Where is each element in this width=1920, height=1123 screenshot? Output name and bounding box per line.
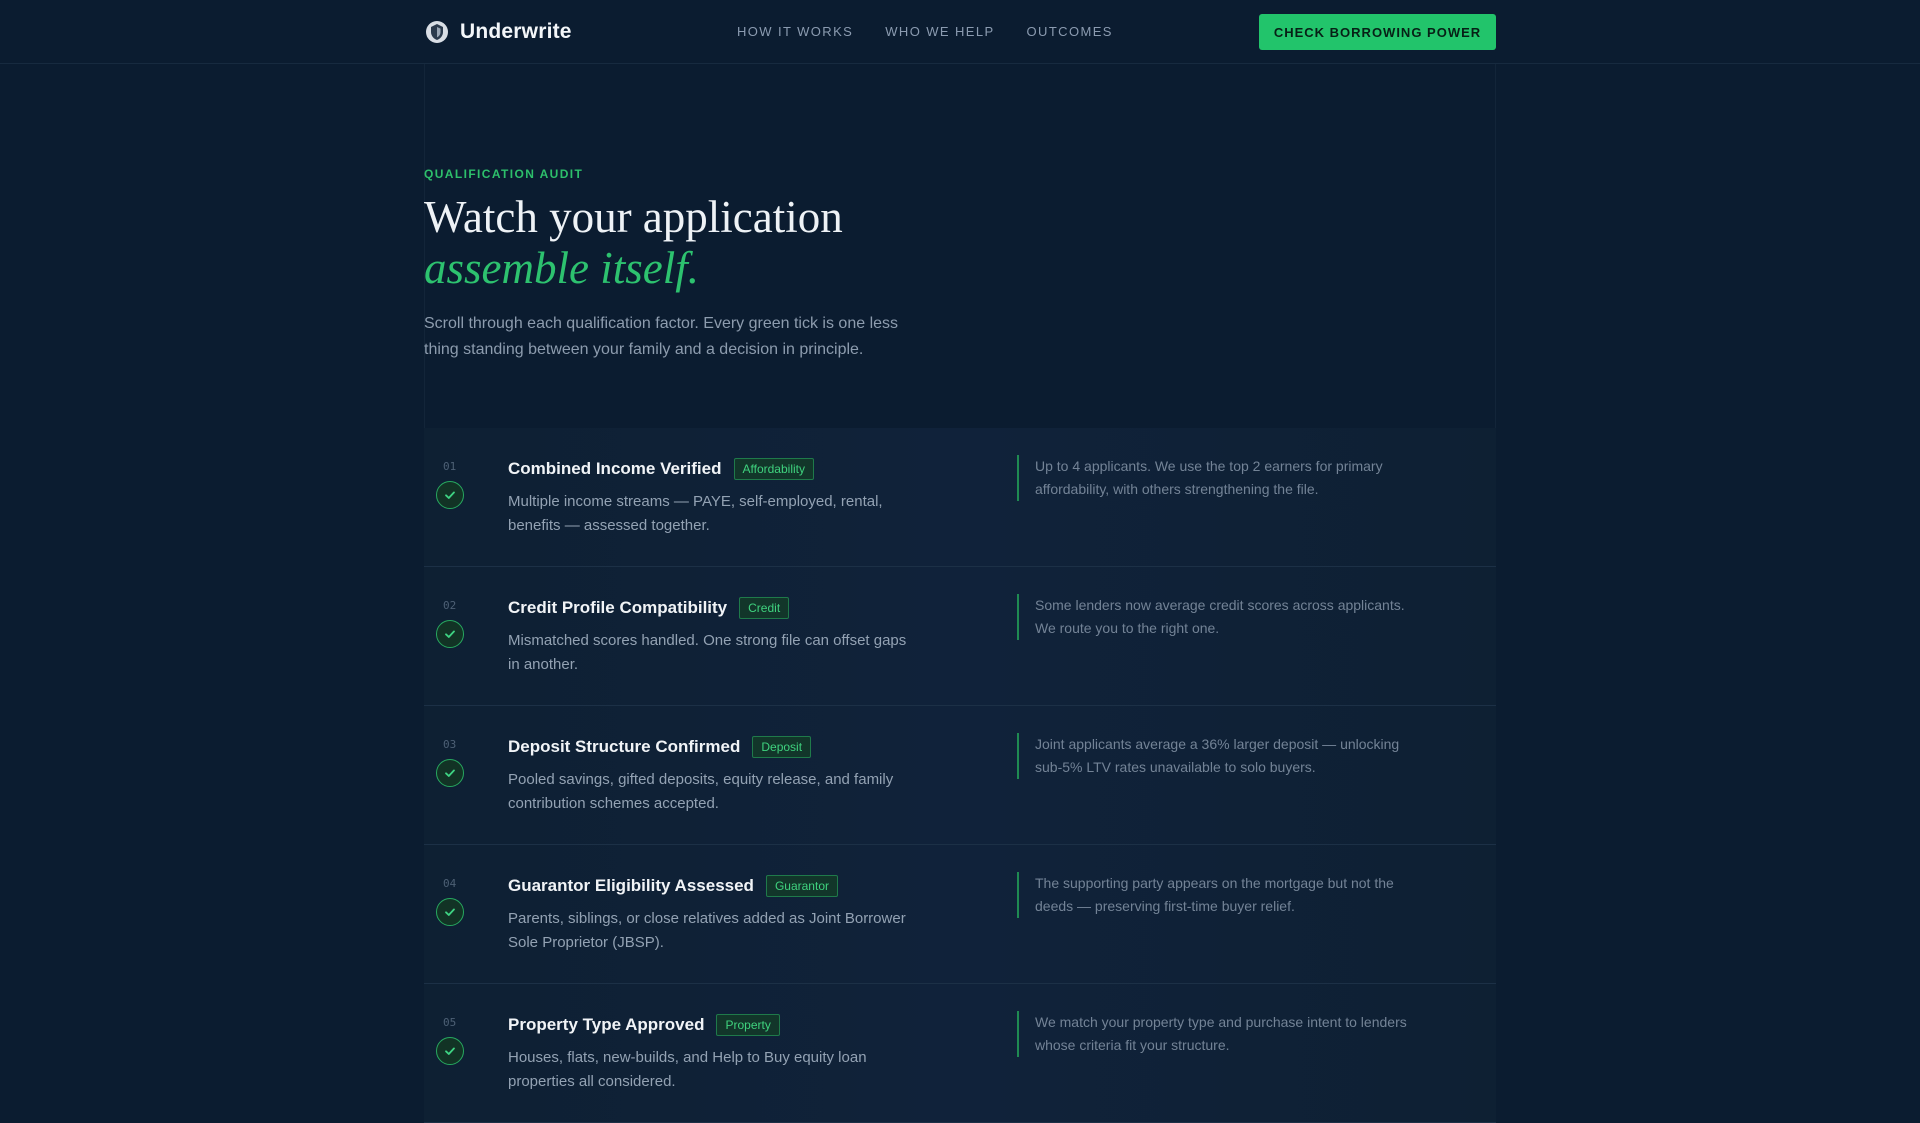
factor-number: 01	[443, 460, 457, 473]
eyebrow-label: QUALIFICATION AUDIT	[424, 167, 584, 181]
factor-number: 04	[443, 877, 457, 890]
hero-description: Scroll through each qualification factor…	[424, 315, 899, 358]
nav-outcomes[interactable]: OUTCOMES	[1027, 24, 1113, 39]
brand[interactable]: Underwrite	[424, 18, 572, 46]
factor-tag: Deposit	[752, 736, 812, 758]
shield-logo-icon	[426, 21, 448, 43]
check-circle-icon	[436, 898, 464, 926]
factor-title: Credit Profile Compatibility	[508, 598, 728, 617]
factor-tag: Affordability	[733, 458, 814, 480]
factor-note: We match your property type and purchase…	[1017, 1011, 1417, 1057]
right-guide-line	[1495, 64, 1496, 428]
check-circle-icon	[436, 620, 464, 648]
main-nav: HOW IT WORKS WHO WE HELP OUTCOMES	[737, 24, 1113, 39]
headline-line-1: Watch your application	[424, 192, 843, 242]
factor-note: Some lenders now average credit scores a…	[1017, 594, 1417, 640]
check-circle-icon	[436, 481, 464, 509]
factor-heading: Property Type Approved Property	[508, 1014, 780, 1036]
factor-title: Property Type Approved	[508, 1015, 705, 1034]
factor-description: Pooled savings, gifted deposits, equity …	[508, 771, 894, 812]
factor-row: 01 Combined Income Verified Affordabilit…	[424, 428, 1496, 567]
factor-number: 03	[443, 738, 457, 751]
check-borrowing-power-button[interactable]: CHECK BORROWING POWER	[1259, 14, 1496, 50]
factor-tag: Guarantor	[765, 875, 838, 897]
check-circle-icon	[436, 1037, 464, 1065]
factor-number: 05	[443, 1016, 457, 1029]
factor-note: Joint applicants average a 36% larger de…	[1017, 733, 1417, 779]
nav-who-we-help[interactable]: WHO WE HELP	[885, 24, 994, 39]
factor-heading: Combined Income Verified Affordability	[508, 458, 814, 480]
check-circle-icon	[436, 759, 464, 787]
page-title: Watch your application assemble itself.	[424, 192, 843, 294]
nav-how-it-works[interactable]: HOW IT WORKS	[737, 24, 853, 39]
factor-row: 04 Guarantor Eligibility Assessed Guaran…	[424, 845, 1496, 984]
factor-heading: Guarantor Eligibility Assessed Guarantor	[508, 875, 838, 897]
factor-row: 02 Credit Profile Compatibility Credit M…	[424, 567, 1496, 706]
factor-title: Guarantor Eligibility Assessed	[508, 876, 754, 895]
factor-note: The supporting party appears on the mort…	[1017, 872, 1417, 918]
factor-description: Parents, siblings, or close relatives ad…	[508, 910, 906, 951]
top-navigation-bar: Underwrite HOW IT WORKS WHO WE HELP OUTC…	[0, 0, 1920, 64]
factor-tag: Property	[716, 1014, 780, 1036]
factor-description: Mismatched scores handled. One strong fi…	[508, 632, 907, 673]
factor-number: 02	[443, 599, 457, 612]
factor-row: 05 Property Type Approved Property House…	[424, 984, 1496, 1123]
factor-heading: Credit Profile Compatibility Credit	[508, 597, 790, 619]
factor-description: Multiple income streams — PAYE, self-emp…	[508, 493, 883, 534]
factor-title: Combined Income Verified	[508, 459, 722, 478]
headline-line-2: assemble itself.	[424, 243, 699, 293]
factor-row: 03 Deposit Structure Confirmed Deposit P…	[424, 706, 1496, 845]
factor-description: Houses, flats, new-builds, and Help to B…	[508, 1049, 867, 1090]
brand-name: Underwrite	[460, 20, 572, 43]
factor-note: Up to 4 applicants. We use the top 2 ear…	[1017, 455, 1417, 501]
factor-heading: Deposit Structure Confirmed Deposit	[508, 736, 812, 758]
factor-title: Deposit Structure Confirmed	[508, 737, 741, 756]
factor-tag: Credit	[739, 597, 790, 619]
qualification-factor-list: 01 Combined Income Verified Affordabilit…	[424, 428, 1496, 1123]
